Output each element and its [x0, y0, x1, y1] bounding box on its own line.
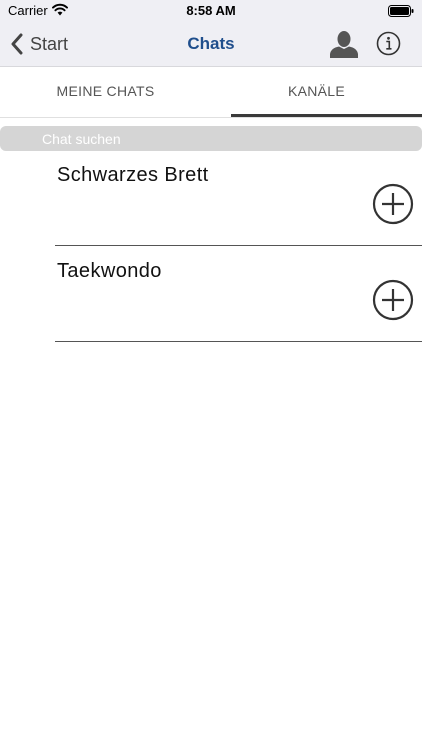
- add-circle-icon[interactable]: [372, 279, 414, 321]
- channel-list-item[interactable]: Taekwondo: [55, 246, 422, 342]
- tab-meine-chats[interactable]: MEINE CHATS: [0, 67, 211, 115]
- tab-bar: MEINE CHATS KANÄLE: [0, 67, 422, 118]
- navigation-bar: Start Chats: [0, 22, 422, 67]
- chevron-left-icon: [11, 33, 23, 55]
- tab-kanaele[interactable]: KANÄLE: [211, 67, 422, 115]
- selected-tab-indicator: [231, 114, 422, 117]
- back-button-label: Start: [30, 33, 69, 54]
- status-time: 8:58 AM: [186, 3, 236, 18]
- battery-icon: [388, 5, 414, 17]
- channel-list-item[interactable]: Schwarzes Brett: [55, 150, 422, 246]
- info-icon[interactable]: [376, 31, 401, 56]
- search-bar: [0, 126, 422, 151]
- back-button[interactable]: Start: [10, 31, 68, 57]
- add-circle-icon[interactable]: [372, 183, 414, 225]
- person-icon[interactable]: [329, 30, 359, 58]
- search-input[interactable]: [42, 126, 412, 151]
- status-bar: Carrier 8:58 AM: [0, 0, 422, 22]
- channel-name: Schwarzes Brett: [57, 164, 209, 186]
- channel-name: Taekwondo: [57, 260, 162, 282]
